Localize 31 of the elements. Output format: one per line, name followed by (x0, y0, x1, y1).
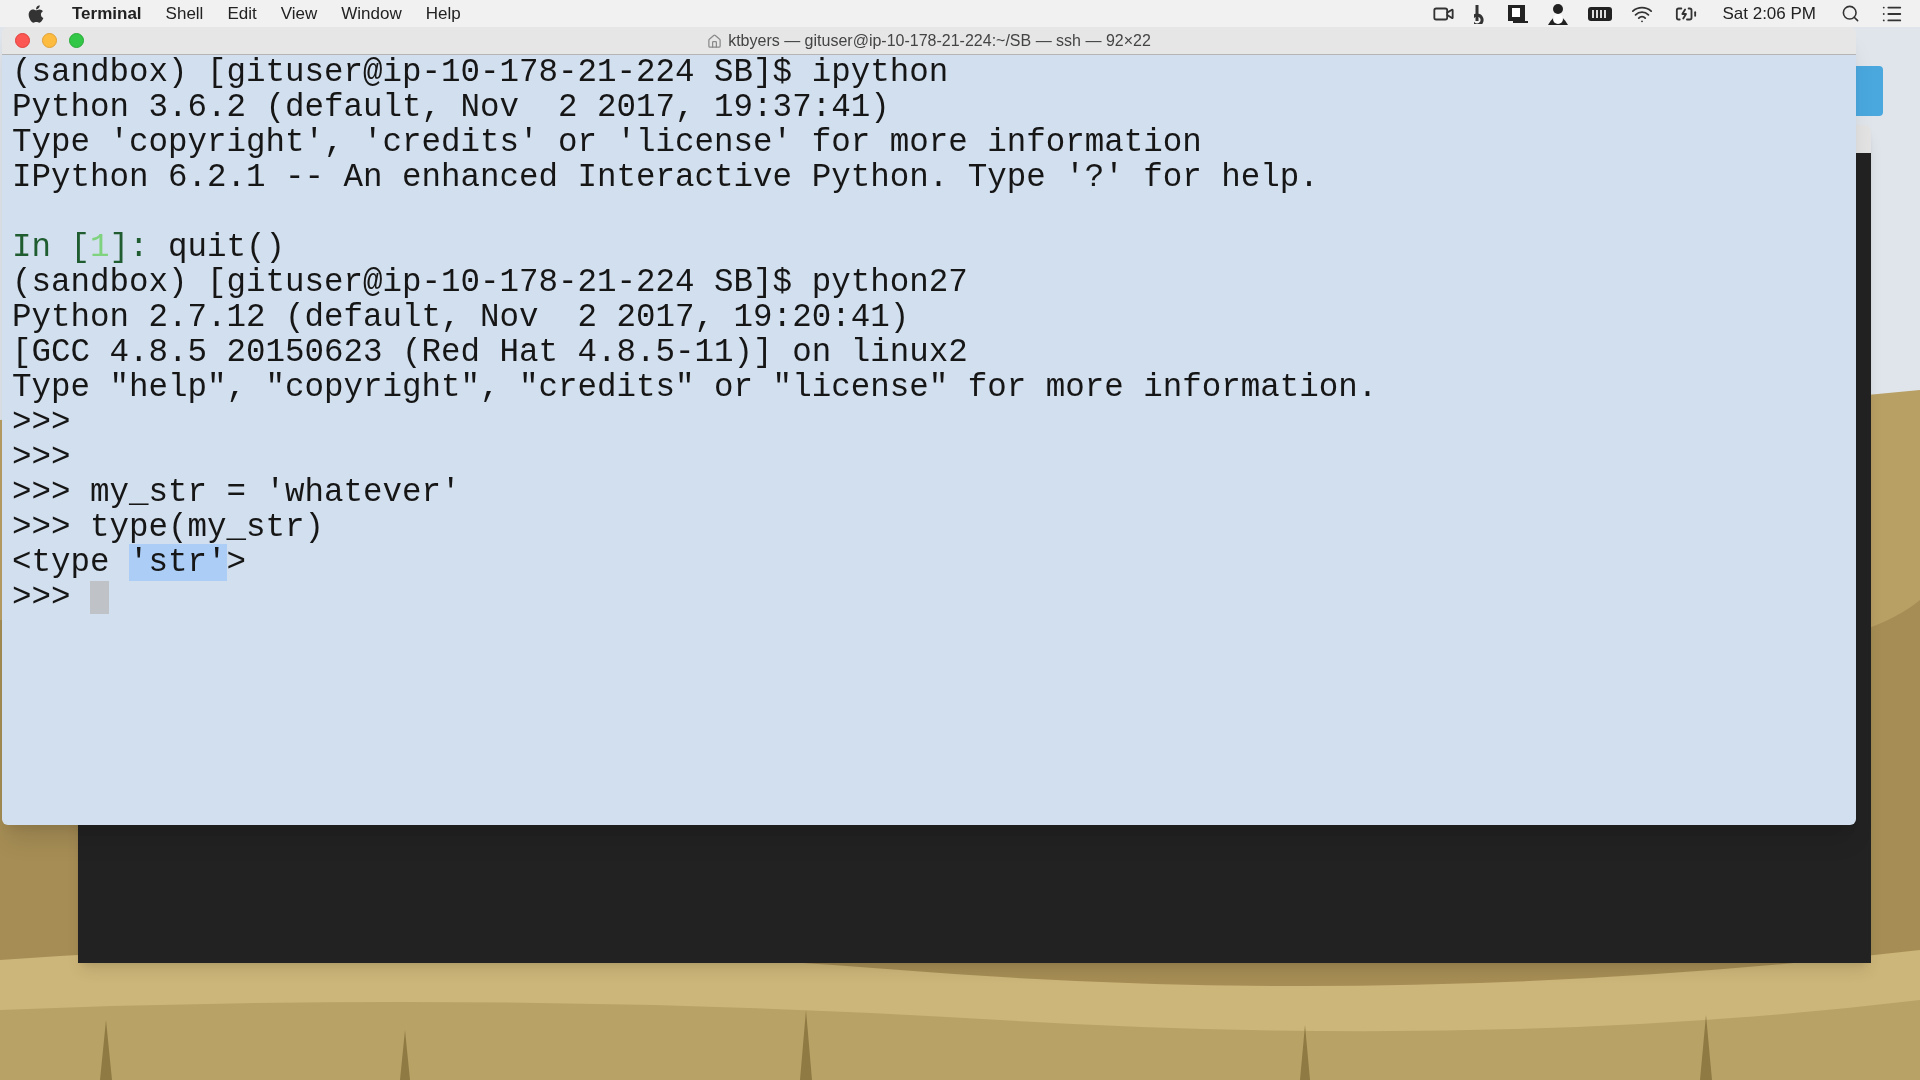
terminal-line: >>> my_str = 'whatever' (12, 475, 461, 510)
terminal-line: IPython 6.2.1 -- An enhanced Interactive Python. Type '?' for help. (12, 160, 1319, 195)
terminal-line: >>> (12, 580, 72, 615)
menu-item[interactable]: Shell (165, 0, 204, 27)
home-icon (707, 33, 723, 49)
text-cursor (90, 581, 109, 614)
window-title: ktbyers — gituser@ip-10-178-21-224:~/SB — ssh — 92×22 (728, 31, 1151, 51)
terminal-line: <type 'str'> (12, 545, 247, 580)
menu-item[interactable]: Terminal (72, 0, 142, 27)
terminal-line: Type 'copyright', 'credits' or 'license' for more information (12, 125, 1202, 160)
terminal-line: (sandbox) [gituser@ip-10-178-21-224 SB]$ ipython (12, 55, 949, 90)
terminal-line: (sandbox) [gituser@ip-10-178-21-224 SB]$ python27 (12, 265, 968, 300)
meter-icon[interactable] (1587, 5, 1614, 22)
terminal-line: Python 2.7.12 (default, Nov 2 2017, 19:20:41) (12, 300, 910, 335)
terminal-line: >>> (12, 405, 71, 440)
terminal-line: >>> type(my_str) (12, 510, 325, 545)
terminal-line: >>> (12, 440, 71, 475)
search-icon[interactable] (1841, 4, 1860, 23)
menu-item[interactable]: Window (341, 0, 402, 27)
menu-clock[interactable]: Sat 2:06 PM (1722, 0, 1816, 27)
terminal-line: Type "help", "copyright", "credits" or "license" for more information. (12, 370, 1378, 405)
close-button[interactable] (15, 33, 30, 48)
document-icon[interactable] (1507, 3, 1530, 24)
figure-icon[interactable] (1546, 2, 1571, 25)
menu-item[interactable]: View (280, 0, 318, 27)
terminal-line: In [1]: quit() (12, 230, 286, 265)
terminal-line: Python 3.6.2 (default, Nov 2 2017, 19:37:41) (12, 90, 890, 125)
apple-icon[interactable] (27, 3, 45, 24)
terminal-line: [GCC 4.8.5 20150623 (Red Hat 4.8.5-11)] on linux2 (12, 335, 968, 370)
menu-item[interactable]: Edit (227, 0, 257, 27)
menu-item[interactable]: Help (425, 0, 461, 27)
